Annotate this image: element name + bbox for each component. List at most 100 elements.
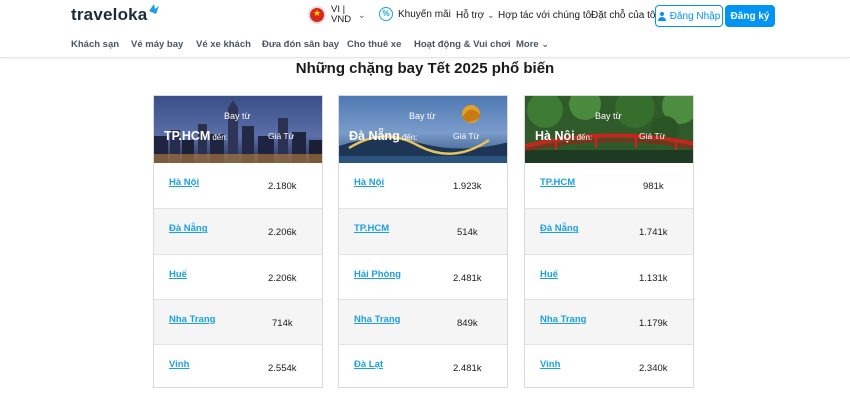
destination-link[interactable]: Hà Nội [169, 177, 199, 188]
currency-label: VND [331, 14, 352, 25]
promotions-link[interactable]: % Khuyến mãi [379, 7, 451, 21]
route-row: Hải Phòng 2.481k [339, 253, 507, 299]
destination-link[interactable]: Nha Trang [169, 314, 215, 325]
to-label: đến: [576, 133, 593, 142]
destination-link[interactable]: Đà Nẵng [540, 223, 579, 234]
city-name: Đà Nẵng [349, 129, 400, 143]
route-card-danang: Bay từ Đà Nẵng đến: Giá Từ Hà Nội 1.923k … [338, 95, 508, 388]
chevron-down-icon: ⌄ [541, 39, 549, 49]
price-from-label: Giá Từ [268, 131, 295, 141]
card-header-image: Bay từ Hà Nội đến: Giá Từ [525, 96, 693, 163]
destination-link[interactable]: Đà Nẵng [169, 223, 208, 234]
route-row: Đà Nẵng 2.206k [154, 208, 322, 254]
route-price: 1.179k [639, 317, 668, 329]
category-airport-transfer[interactable]: Đưa đón sân bay [262, 39, 339, 50]
departure-label: Bay từ [409, 111, 436, 121]
category-navigation: Khách sạn Vé máy bay Vé xe khách Đưa đón… [0, 31, 850, 58]
departure-label: Bay từ [595, 111, 622, 121]
route-card-hcm: Bay từ TP.HCM đến: Giá Từ Hà Nội 2.180k Đ… [153, 95, 323, 388]
section-title: Những chặng bay Tết 2025 phổ biến [295, 60, 555, 77]
route-row: Đà Nẵng 1.741k [525, 208, 693, 254]
city-name: TP.HCM [164, 129, 211, 143]
route-price: 714k [272, 317, 293, 329]
price-from-label: Giá Từ [639, 131, 666, 141]
route-price: 2.481k [453, 363, 482, 375]
route-price: 849k [457, 317, 478, 329]
support-label: Hỗ trợ [456, 10, 485, 21]
route-price: 2.340k [639, 363, 668, 375]
route-price: 2.206k [268, 227, 297, 239]
destination-link[interactable]: Hà Nội [354, 177, 384, 188]
route-price: 981k [643, 181, 664, 192]
destination-link[interactable]: TP.HCM [540, 177, 575, 188]
language-currency-label: VI | VND [331, 5, 353, 25]
route-card-hanoi: Bay từ Hà Nội đến: Giá Từ TP.HCM 981k Đà … [524, 95, 694, 388]
route-price: 2.206k [268, 272, 297, 284]
departure-city: Hà Nội đến: [535, 129, 592, 143]
category-flights[interactable]: Vé máy bay [131, 39, 183, 50]
destination-link[interactable]: Vinh [540, 359, 560, 370]
price-from-label: Giá Từ [453, 131, 480, 141]
route-row: Huế 1.131k [525, 253, 693, 299]
register-button[interactable]: Đăng ký [725, 5, 775, 27]
top-navigation: traveloka VI | VND ⌄ % Khuyến mãi Hỗ trợ… [0, 0, 850, 31]
promotions-label: Khuyến mãi [398, 8, 451, 20]
destination-link[interactable]: Huế [540, 269, 558, 280]
destination-link[interactable]: TP.HCM [354, 223, 389, 234]
route-row: Nha Trang 714k [154, 298, 322, 345]
route-list: TP.HCM 981k Đà Nẵng 1.741k Huế 1.131k Nh… [525, 163, 693, 387]
card-header-image: Bay từ Đà Nẵng đến: Giá Từ [339, 96, 507, 163]
destination-link[interactable]: Vinh [169, 359, 189, 370]
route-row: TP.HCM 514k [339, 208, 507, 254]
route-price: 514k [457, 227, 478, 239]
route-row: Hà Nội 2.180k [154, 163, 322, 208]
route-row: Hà Nội 1.923k [339, 163, 507, 208]
login-label: Đăng Nhập [669, 10, 721, 22]
more-label: More [516, 39, 539, 50]
destination-link[interactable]: Huế [169, 269, 187, 280]
logo-text: traveloka [71, 5, 148, 24]
route-price: 2.481k [453, 272, 482, 284]
category-car-rental[interactable]: Cho thuê xe [347, 39, 401, 50]
category-hotels[interactable]: Khách sạn [71, 39, 119, 50]
discount-icon: % [379, 7, 393, 21]
bird-icon [149, 4, 160, 14]
card-header-image: Bay từ TP.HCM đến: Giá Từ [154, 96, 322, 163]
departure-city: TP.HCM đến: [164, 129, 228, 143]
category-activities[interactable]: Hoạt động & Vui chơi [414, 39, 511, 50]
category-bus-tickets[interactable]: Vé xe khách [196, 39, 251, 50]
destination-link[interactable]: Nha Trang [354, 314, 400, 325]
support-menu[interactable]: Hỗ trợ ⌄ [456, 10, 495, 21]
vietnam-flag-icon [308, 6, 326, 24]
my-bookings-link[interactable]: Đặt chỗ của tôi [591, 10, 658, 21]
route-list: Hà Nội 2.180k Đà Nẵng 2.206k Huế 2.206k … [154, 163, 322, 387]
route-row: Vinh 2.554k [154, 344, 322, 387]
route-price: 1.741k [639, 227, 668, 239]
traveloka-logo[interactable]: traveloka [71, 4, 160, 25]
route-price: 2.554k [268, 363, 297, 375]
to-label: đến: [401, 133, 418, 142]
login-button[interactable]: Đăng Nhập [655, 5, 723, 27]
route-row: Nha Trang 849k [339, 298, 507, 345]
route-row: TP.HCM 981k [525, 163, 693, 208]
city-name: Hà Nội [535, 129, 575, 143]
departure-city: Đà Nẵng đến: [349, 129, 417, 143]
route-list: Hà Nội 1.923k TP.HCM 514k Hải Phòng 2.48… [339, 163, 507, 387]
route-row: Huế 2.206k [154, 253, 322, 299]
destination-link[interactable]: Đà Lạt [354, 359, 383, 370]
route-price: 1.923k [453, 181, 482, 192]
partner-link[interactable]: Hợp tác với chúng tôi [498, 10, 593, 21]
destination-link[interactable]: Hải Phòng [354, 269, 401, 280]
route-row: Vinh 2.340k [525, 344, 693, 387]
chevron-down-icon: ⌄ [487, 10, 495, 20]
route-row: Đà Lạt 2.481k [339, 344, 507, 387]
language-currency-selector[interactable]: VI | VND ⌄ [308, 5, 366, 25]
departure-label: Bay từ [224, 111, 251, 121]
chevron-down-icon: ⌄ [358, 9, 366, 20]
to-label: đến: [212, 133, 228, 142]
destination-link[interactable]: Nha Trang [540, 314, 586, 325]
route-price: 2.180k [268, 181, 297, 192]
category-more[interactable]: More ⌄ [516, 39, 549, 50]
user-icon [657, 11, 666, 21]
route-row: Nha Trang 1.179k [525, 298, 693, 345]
